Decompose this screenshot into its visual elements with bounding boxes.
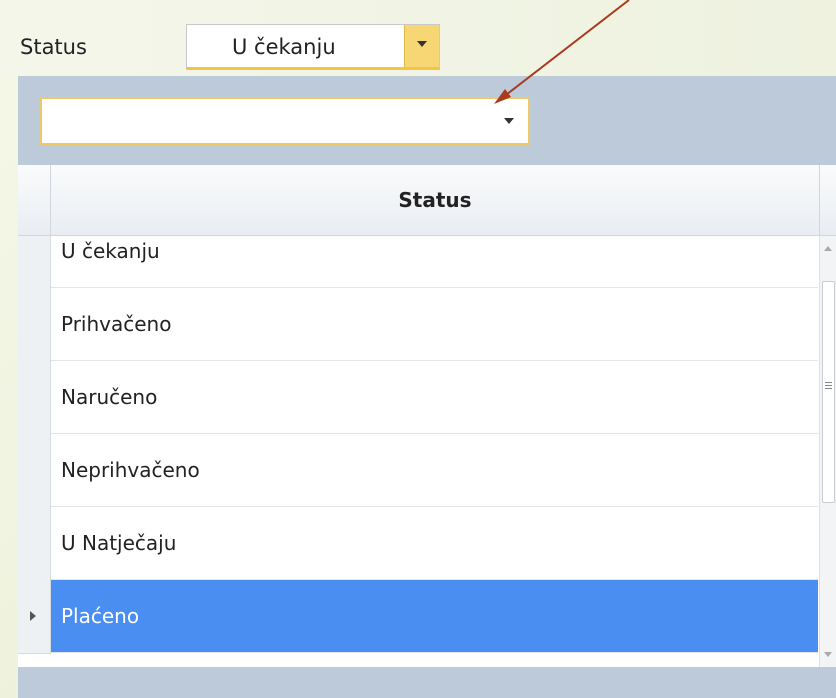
table-row[interactable]: U čekanju bbox=[18, 236, 818, 289]
row-pointer-icon bbox=[30, 611, 36, 621]
option-cell[interactable]: Plaćeno bbox=[51, 580, 818, 653]
option-cell[interactable]: U čekanju bbox=[51, 236, 818, 288]
table-row[interactable]: Naručeno bbox=[18, 361, 818, 435]
dropdown-panel: Status U čekanju Prihvačeno Naručeno Nep… bbox=[18, 76, 836, 698]
status-combo-dropdown-button[interactable] bbox=[404, 25, 439, 67]
grid-header: Status bbox=[18, 165, 836, 236]
status-combo-box[interactable]: U čekanju bbox=[186, 24, 440, 70]
row-indicator bbox=[18, 236, 51, 289]
row-indicator bbox=[18, 361, 51, 435]
row-indicator bbox=[18, 288, 51, 362]
table-row-selected[interactable]: Plaćeno bbox=[18, 580, 818, 654]
scroll-down-icon[interactable] bbox=[824, 652, 832, 657]
scrollbar-thumb[interactable] bbox=[822, 281, 835, 503]
column-header-status[interactable]: Status bbox=[51, 165, 820, 235]
scrollbar-grip-icon bbox=[825, 382, 832, 383]
options-grid: Status U čekanju Prihvačeno Naručeno Nep… bbox=[18, 165, 836, 667]
grid-rows: U čekanju Prihvačeno Naručeno Neprihvače… bbox=[18, 236, 818, 667]
row-indicator bbox=[18, 580, 51, 654]
option-cell[interactable]: Neprihvačeno bbox=[51, 434, 818, 507]
table-row[interactable]: Neprihvačeno bbox=[18, 434, 818, 508]
row-indicator-header bbox=[18, 165, 51, 235]
chevron-down-icon[interactable] bbox=[504, 118, 514, 124]
table-row[interactable]: Prihvačeno bbox=[18, 288, 818, 362]
scroll-up-icon[interactable] bbox=[824, 246, 832, 251]
row-indicator bbox=[18, 434, 51, 508]
option-cell[interactable]: U Natječaju bbox=[51, 507, 818, 580]
row-indicator bbox=[18, 507, 51, 581]
vertical-scrollbar[interactable] bbox=[819, 236, 836, 667]
option-cell[interactable]: Naručeno bbox=[51, 361, 818, 434]
chevron-down-icon bbox=[417, 41, 427, 47]
option-cell[interactable]: Prihvačeno bbox=[51, 288, 818, 361]
status-combo-value: U čekanju bbox=[232, 35, 336, 59]
filter-bar: Status U čekanju bbox=[0, 0, 836, 76]
dropdown-search-combo[interactable] bbox=[40, 97, 530, 145]
table-row[interactable]: U Natječaju bbox=[18, 507, 818, 581]
status-filter-label: Status bbox=[20, 35, 87, 59]
